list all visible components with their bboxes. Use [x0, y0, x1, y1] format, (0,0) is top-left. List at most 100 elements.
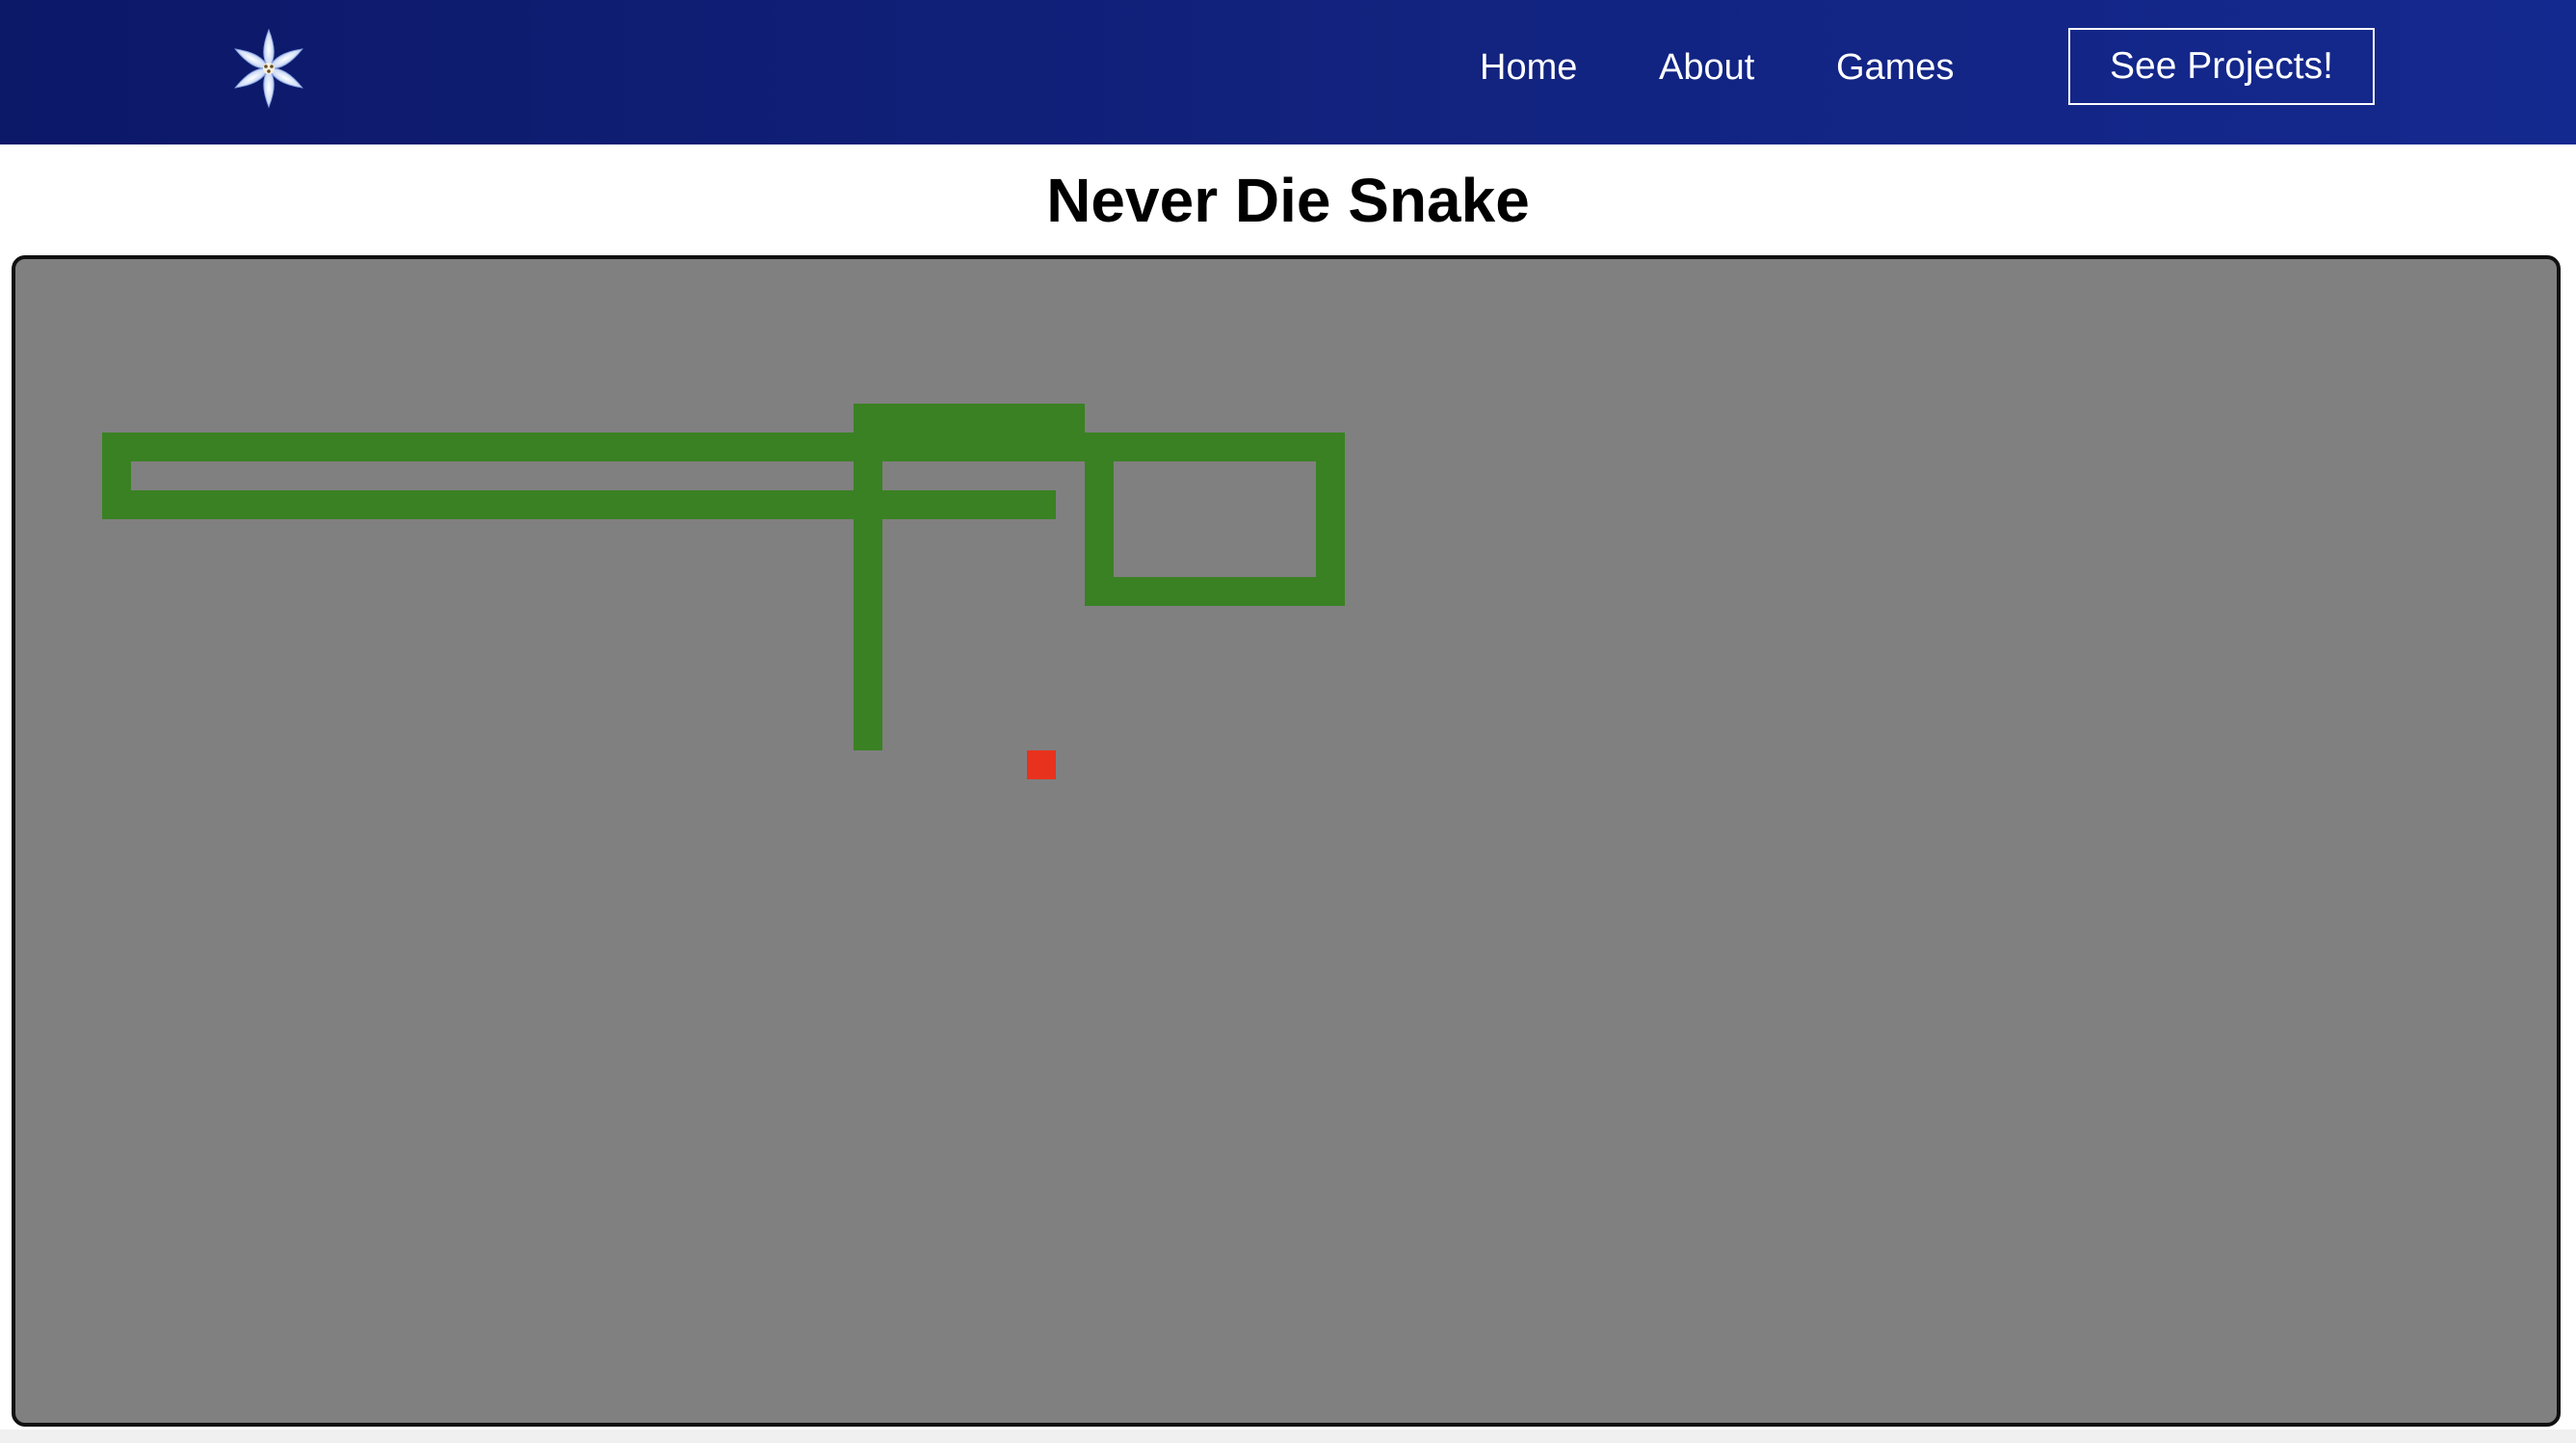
snake-segment	[1200, 577, 1229, 606]
snake-segment	[998, 490, 1027, 519]
game-board[interactable]	[12, 255, 2561, 1427]
nav-link-games[interactable]: Games	[1836, 44, 1954, 91]
snake-segment	[1143, 433, 1171, 461]
snake-segment	[969, 433, 998, 461]
snake-segment	[854, 519, 882, 548]
snake-segment	[536, 433, 565, 461]
snake-segment	[882, 433, 911, 461]
snake-segment	[854, 490, 882, 519]
snake-segment	[1316, 433, 1345, 461]
see-projects-button[interactable]: See Projects!	[2068, 28, 2375, 105]
snake-segment	[854, 635, 882, 664]
snake-segment	[507, 433, 536, 461]
snake-segment	[449, 490, 478, 519]
snake-segment	[276, 433, 304, 461]
page: Home About Games See Projects! Never Die…	[0, 0, 2576, 1443]
snake-segment	[189, 433, 218, 461]
snake-segment	[1171, 433, 1200, 461]
snake-segment	[478, 490, 507, 519]
snake-segment	[1085, 519, 1114, 548]
game-title: Never Die Snake	[1046, 166, 1530, 235]
snake-segment	[1229, 577, 1258, 606]
snake-segment	[1085, 461, 1114, 490]
snake-segment	[304, 490, 333, 519]
snake-segment	[420, 433, 449, 461]
snake-segment	[1085, 490, 1114, 519]
snake-segment	[1229, 433, 1258, 461]
snake-segment	[1027, 404, 1056, 433]
snake-segment	[276, 490, 304, 519]
snake-segment	[102, 461, 131, 490]
snake-segment	[796, 490, 825, 519]
snake-segment	[102, 433, 131, 461]
snake-segment	[420, 490, 449, 519]
snake-segment	[854, 693, 882, 722]
snake-segment	[247, 490, 276, 519]
snake-segment	[1056, 404, 1085, 433]
snake-segment	[362, 490, 391, 519]
snake-segment	[854, 548, 882, 577]
snake-segment	[593, 433, 622, 461]
snake-segment	[1258, 433, 1287, 461]
snake-segment	[565, 490, 593, 519]
top-navbar: Home About Games See Projects!	[0, 0, 2576, 144]
snake-segment	[1287, 433, 1316, 461]
snake-segment	[1287, 577, 1316, 606]
snake-segment	[131, 490, 160, 519]
snake-segment	[882, 490, 911, 519]
snake-segment	[391, 433, 420, 461]
snake-segment	[593, 490, 622, 519]
snake-segment	[998, 433, 1027, 461]
game-canvas[interactable]	[15, 259, 2557, 1423]
main-content: Never Die Snake	[0, 144, 2576, 1430]
snake-segment	[940, 404, 969, 433]
snake-segment	[738, 433, 767, 461]
star-lily-icon[interactable]	[227, 27, 310, 110]
snake-segment	[825, 490, 854, 519]
snake-segment	[854, 664, 882, 693]
nav-link-home[interactable]: Home	[1480, 44, 1577, 91]
snake-segment	[1258, 577, 1287, 606]
snake-segment	[160, 433, 189, 461]
snake-segment	[449, 433, 478, 461]
snake-segment	[709, 433, 738, 461]
snake-segment	[651, 433, 680, 461]
snake-segment	[940, 490, 969, 519]
snake-segment	[825, 433, 854, 461]
nav-link-about[interactable]: About	[1659, 44, 1754, 91]
snake-segment	[536, 490, 565, 519]
snake-segment	[796, 433, 825, 461]
snake-segment	[680, 433, 709, 461]
snake-segment	[247, 433, 276, 461]
snake-segment	[1056, 433, 1085, 461]
snake-segment	[998, 404, 1027, 433]
snake-segment	[622, 490, 651, 519]
snake-segment	[854, 461, 882, 490]
snake-segment	[218, 490, 247, 519]
snake-segment	[622, 433, 651, 461]
snake-segment	[1143, 577, 1171, 606]
snake-segment	[767, 433, 796, 461]
snake-segment	[1200, 433, 1229, 461]
snake-segment	[391, 490, 420, 519]
snake-segment	[854, 404, 882, 433]
snake-segment	[767, 490, 796, 519]
snake-segment	[131, 433, 160, 461]
snake-segment	[102, 490, 131, 519]
snake-segment	[1085, 433, 1114, 461]
snake-segment	[738, 490, 767, 519]
snake-segment	[1027, 490, 1056, 519]
snake-segment	[911, 404, 940, 433]
snake-segment	[218, 433, 247, 461]
snake-segment	[333, 433, 362, 461]
snake-segment	[882, 404, 911, 433]
snake-segment	[304, 433, 333, 461]
snake-segment	[854, 722, 882, 750]
snake-segment	[911, 490, 940, 519]
snake-segment	[1316, 548, 1345, 577]
snake-segment	[1114, 433, 1143, 461]
snake-segment	[969, 404, 998, 433]
snake-segment	[507, 490, 536, 519]
snake-segment	[1027, 433, 1056, 461]
snake-segment	[160, 490, 189, 519]
